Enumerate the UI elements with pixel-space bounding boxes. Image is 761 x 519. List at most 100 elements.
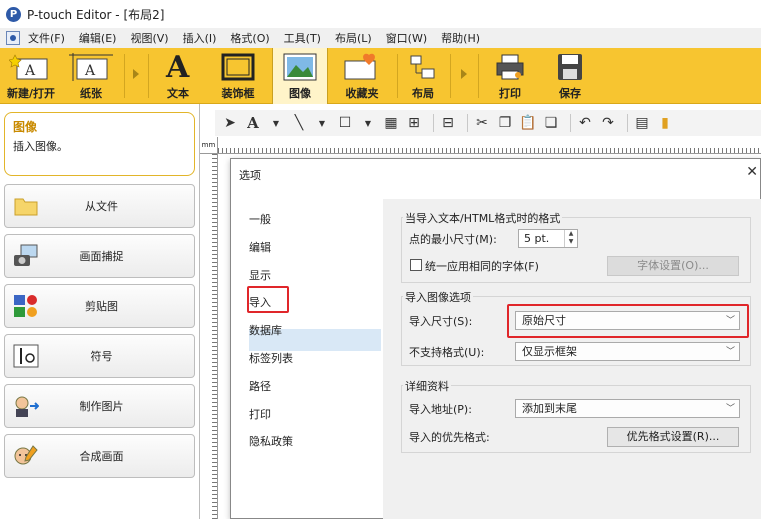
ribbon-separator: [148, 54, 149, 98]
paper-button[interactable]: A 纸张: [62, 48, 120, 104]
new-open-button[interactable]: A 新建/打开: [0, 48, 62, 104]
paste-special-icon[interactable]: ❏: [542, 114, 560, 132]
spinner-arrows-icon[interactable]: ▲ ▼: [564, 230, 577, 247]
close-icon[interactable]: ✕: [746, 164, 758, 180]
options-dialog: 选项 ✕ 一般 编辑 显示 导入 数据库 标签列表 路径 打印 隐私政策 当导入…: [230, 158, 761, 519]
symbol-button[interactable]: 符号: [4, 334, 195, 378]
nav-label-list[interactable]: 标签列表: [249, 350, 293, 366]
nav-general[interactable]: 一般: [249, 211, 271, 227]
info-box: 图像 插入图像。: [4, 112, 195, 176]
menu-edit[interactable]: 编辑(E): [79, 30, 117, 46]
toolbar-separator: [433, 114, 434, 132]
favorites-button[interactable]: 收藏夹: [332, 48, 392, 104]
ribbon-separator: [450, 54, 451, 98]
print-button[interactable]: 打印: [482, 48, 538, 104]
font-settings-button[interactable]: 字体设置(O)...: [607, 256, 739, 276]
align-tool-icon[interactable]: ⊞: [405, 114, 423, 132]
camera-icon: [14, 244, 38, 266]
image-label: 图像: [289, 87, 311, 100]
text-tool-icon[interactable]: A: [244, 114, 262, 132]
image-button[interactable]: 图像: [272, 48, 328, 104]
nav-privacy[interactable]: 隐私政策: [249, 433, 293, 449]
ruler-unit: mm: [200, 137, 218, 154]
frame-icon: [221, 53, 255, 81]
clip-art-button[interactable]: 剪贴图: [4, 284, 195, 328]
menu-insert[interactable]: 插入(I): [183, 30, 217, 46]
toolbar-separator: [627, 114, 628, 132]
make-picture-label: 制作图片: [79, 400, 124, 413]
dialog-title: 选项: [239, 169, 261, 182]
dropdown-arrow-icon[interactable]: ▼: [267, 114, 285, 132]
window-title: P-touch Editor - [布局2]: [27, 7, 165, 22]
folder-icon: [14, 198, 38, 216]
menu-format[interactable]: 格式(O): [230, 30, 269, 46]
dropdown-arrow-icon[interactable]: ▼: [359, 114, 377, 132]
unsupported-format-select[interactable]: 仅显示框架 ﹀: [515, 342, 740, 361]
layout-tool-icon[interactable]: ⊟: [439, 114, 457, 132]
import-size-highlight: [507, 304, 749, 338]
document-icon[interactable]: [6, 31, 20, 45]
line-tool-icon[interactable]: ╲: [290, 114, 308, 132]
menu-layout[interactable]: 布局(L): [335, 30, 372, 46]
same-font-checkbox[interactable]: [410, 259, 422, 271]
paper-label: 纸张: [80, 87, 102, 100]
min-size-label: 点的最小尺寸(M):: [409, 233, 497, 246]
nav-print[interactable]: 打印: [249, 406, 271, 422]
layout-label: 布局: [412, 87, 434, 100]
properties-icon[interactable]: ▤: [633, 114, 651, 132]
new-open-icon: A: [9, 54, 48, 80]
paper-icon: A: [69, 53, 113, 81]
layout-button[interactable]: 布局: [400, 48, 446, 104]
nav-path[interactable]: 路径: [249, 378, 271, 394]
menu-help[interactable]: 帮助(H): [441, 30, 480, 46]
nav-database[interactable]: 数据库: [249, 322, 282, 338]
toolbar-separator: [570, 114, 571, 132]
from-file-button[interactable]: 从文件: [4, 184, 195, 228]
import-settings-panel: 当导入文本/HTML格式时的格式 点的最小尺寸(M): 5 pt. ▲ ▼ 统一应…: [383, 199, 761, 519]
make-picture-button[interactable]: 制作图片: [4, 384, 195, 428]
menu-file[interactable]: 文件(F): [28, 30, 65, 46]
pointer-arrow-icon[interactable]: ➤: [221, 114, 239, 132]
app-logo-icon: P: [6, 6, 21, 22]
layout-icon: [410, 55, 435, 79]
menu-tools[interactable]: 工具(T): [284, 30, 321, 46]
ribbon-separator: [397, 54, 398, 98]
menu-bar: 文件(F) 编辑(E) 视图(V) 插入(I) 格式(O) 工具(T) 布局(L…: [0, 28, 761, 48]
ribbon-expand-icon[interactable]: [133, 69, 139, 79]
priority-format-button[interactable]: 优先格式设置(R)...: [607, 427, 739, 447]
composite-screen-button[interactable]: 合成画面: [4, 434, 195, 478]
frame-button[interactable]: 装饰框: [206, 48, 270, 104]
printer-icon: [496, 54, 524, 80]
new-open-label: 新建/打开: [6, 87, 56, 100]
cut-icon[interactable]: ✂: [473, 114, 491, 132]
info-description: 插入图像。: [13, 140, 68, 153]
undo-icon[interactable]: ↶: [576, 114, 594, 132]
composite-screen-icon: [14, 445, 38, 465]
import-address-select[interactable]: 添加到末尾 ﹀: [515, 399, 740, 418]
paste-icon[interactable]: 📋: [519, 114, 537, 132]
horizontal-ruler: [218, 137, 761, 154]
priority-format-label: 导入的优先格式:: [409, 431, 490, 444]
text-button[interactable]: A 文本: [152, 48, 204, 104]
table-tool-icon[interactable]: ▦: [382, 114, 400, 132]
menu-view[interactable]: 视图(V): [130, 30, 168, 46]
save-button[interactable]: 保存: [542, 48, 598, 104]
symbol-icon: [13, 344, 39, 368]
redo-icon[interactable]: ↷: [599, 114, 617, 132]
copy-icon[interactable]: ❐: [496, 114, 514, 132]
toolbar-separator: [467, 114, 468, 132]
screen-capture-button[interactable]: 画面捕捉: [4, 234, 195, 278]
menu-window[interactable]: 窗口(W): [386, 30, 427, 46]
from-file-label: 从文件: [85, 200, 118, 213]
nav-edit[interactable]: 编辑: [249, 239, 271, 255]
dropdown-arrow-icon[interactable]: ▼: [313, 114, 331, 132]
floppy-disk-icon: [558, 54, 582, 80]
composite-screen-label: 合成画面: [79, 450, 124, 463]
clip-art-label: 剪贴图: [85, 300, 118, 313]
import-nav-highlight: [247, 286, 289, 313]
ribbon-expand-icon[interactable]: [461, 69, 467, 79]
min-size-spinner[interactable]: 5 pt. ▲ ▼: [518, 229, 578, 248]
rectangle-tool-icon[interactable]: ☐: [336, 114, 354, 132]
nav-display[interactable]: 显示: [249, 267, 271, 283]
database-icon[interactable]: ▮: [656, 114, 674, 132]
